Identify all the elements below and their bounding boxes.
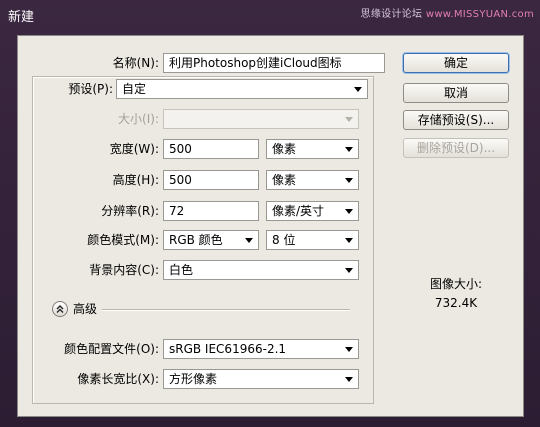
color-mode-label: 颜色模式(M): — [87, 233, 159, 247]
resolution-input[interactable]: 72 — [163, 201, 259, 221]
ok-button[interactable]: 确定 — [403, 53, 509, 73]
width-input[interactable]: 500 — [163, 139, 259, 159]
bit-depth-value: 8 位 — [272, 233, 296, 247]
preset-select[interactable]: 自定 — [116, 79, 368, 99]
width-unit-value: 像素 — [272, 142, 297, 156]
resolution-unit-select[interactable]: 像素/英寸 — [266, 201, 359, 221]
chevron-down-icon — [345, 377, 353, 382]
background-select[interactable]: 白色 — [163, 260, 359, 280]
width-unit-select[interactable]: 像素 — [266, 139, 359, 159]
height-label: 高度(H): — [112, 173, 159, 187]
width-label: 宽度(W): — [109, 142, 159, 156]
size-select — [163, 109, 359, 129]
preset-value: 自定 — [122, 82, 147, 96]
pixel-aspect-select[interactable]: 方形像素 — [163, 369, 359, 389]
save-preset-button[interactable]: 存储预设(S)... — [403, 110, 509, 130]
size-label: 大小(I): — [118, 112, 159, 126]
resolution-unit-value: 像素/英寸 — [272, 204, 325, 218]
color-profile-select[interactable]: sRGB IEC61966-2.1 — [163, 339, 359, 359]
color-mode-value: RGB 颜色 — [169, 233, 223, 247]
chevron-down-icon — [345, 117, 353, 122]
chevron-down-icon — [345, 238, 353, 243]
color-profile-label: 颜色配置文件(O): — [64, 342, 159, 356]
background-value: 白色 — [169, 263, 194, 277]
chevron-down-icon — [345, 178, 353, 183]
color-profile-value: sRGB IEC61966-2.1 — [169, 342, 287, 356]
height-input[interactable]: 500 — [163, 170, 259, 190]
background-label: 背景内容(C): — [89, 263, 159, 277]
image-size-label: 图像大小: — [429, 277, 483, 291]
color-mode-select[interactable]: RGB 颜色 — [163, 230, 259, 250]
watermark-site: 思缘设计论坛 — [360, 9, 423, 20]
window-title: 新建 — [8, 10, 35, 25]
double-chevron-up-icon — [56, 305, 64, 313]
chevron-down-icon — [345, 347, 353, 352]
advanced-label: 高级 — [73, 302, 98, 316]
watermark: 思缘设计论坛 www.MISSYUAN.com — [361, 5, 534, 20]
cancel-button[interactable]: 取消 — [403, 83, 509, 103]
pixel-aspect-label: 像素长宽比(X): — [77, 372, 159, 386]
pixel-aspect-value: 方形像素 — [169, 372, 218, 386]
name-label: 名称(N): — [112, 56, 159, 70]
preset-label: 预设(P): — [68, 82, 113, 96]
height-unit-value: 像素 — [272, 173, 297, 187]
chevron-down-icon — [345, 209, 353, 214]
image-size-value: 732.4K — [434, 296, 478, 310]
resolution-label: 分辨率(R): — [101, 204, 159, 218]
watermark-url: www.MISSYUAN.com — [425, 9, 534, 20]
chevron-down-icon — [345, 268, 353, 273]
advanced-divider — [102, 309, 350, 311]
height-unit-select[interactable]: 像素 — [266, 170, 359, 190]
chevron-down-icon — [245, 238, 253, 243]
title-bar: 新建 思缘设计论坛 www.MISSYUAN.com — [0, 0, 540, 30]
new-document-dialog: 名称(N): 利用Photoshop创建iCloud图标 预设(P): 自定 大… — [17, 35, 524, 417]
bit-depth-select[interactable]: 8 位 — [266, 230, 359, 250]
chevron-down-icon — [345, 147, 353, 152]
name-input[interactable]: 利用Photoshop创建iCloud图标 — [163, 53, 385, 73]
advanced-toggle-button[interactable] — [52, 301, 68, 317]
delete-preset-button: 删除预设(D)... — [403, 138, 509, 158]
chevron-down-icon — [354, 87, 362, 92]
